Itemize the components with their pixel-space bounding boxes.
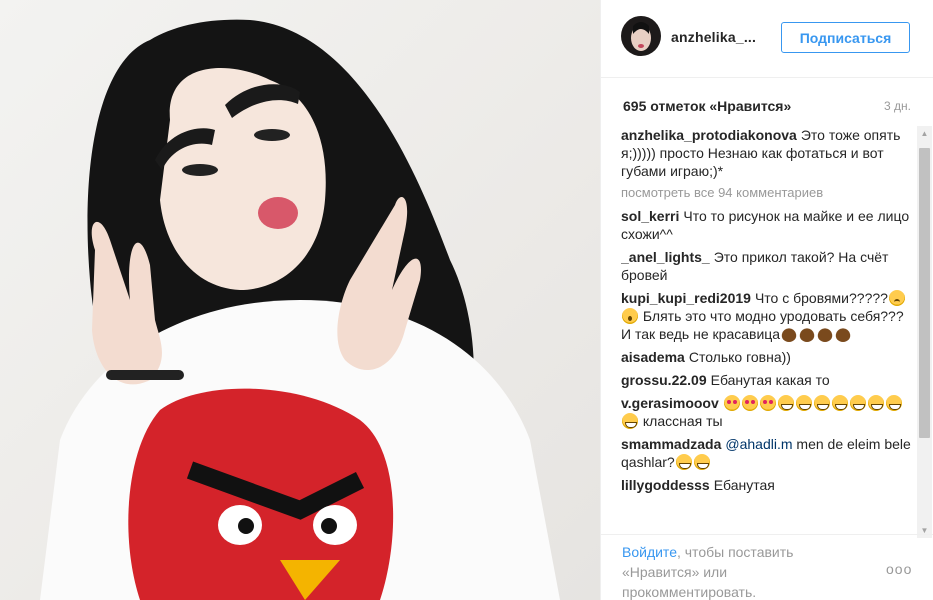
post-sidebar: anzhelika_... Подписаться 695 отметок «Н… bbox=[600, 0, 933, 600]
post-time[interactable]: 3 дн. bbox=[884, 99, 911, 113]
login-prompt: Войдите, чтобы поставить «Нравится» или … bbox=[622, 542, 862, 600]
grinning-face-icon bbox=[622, 413, 638, 429]
poo-icon bbox=[781, 326, 798, 342]
username[interactable]: anzhelika_... bbox=[671, 29, 756, 45]
sad-face-icon bbox=[888, 290, 905, 306]
scroll-thumb[interactable] bbox=[919, 148, 930, 438]
login-link[interactable]: Войдите bbox=[622, 544, 677, 560]
comment-text: Ебанутая какая то bbox=[710, 372, 830, 388]
comment-text: Что с бровями????? bbox=[754, 290, 888, 306]
poo-icon bbox=[817, 326, 834, 342]
comment-text: Ебанутая bbox=[713, 477, 775, 493]
avatar-image bbox=[621, 16, 661, 56]
poo-icon bbox=[799, 326, 816, 342]
list-item: sol_kerri Что то рисунок на майке и ее ли… bbox=[621, 207, 911, 243]
likes-row: 695 отметок «Нравится» 3 дн. bbox=[621, 97, 911, 117]
likes-count[interactable]: 695 отметок «Нравится» bbox=[623, 98, 791, 114]
photo-illustration bbox=[40, 19, 560, 600]
poo-icon bbox=[835, 326, 852, 342]
grinning-face-icon bbox=[831, 395, 848, 411]
avatar[interactable] bbox=[621, 16, 661, 56]
follow-button[interactable]: Подписаться bbox=[781, 22, 910, 53]
comment-author[interactable]: grossu.22.09 bbox=[621, 372, 707, 388]
comment-author[interactable]: kupi_kupi_redi2019 bbox=[621, 290, 751, 306]
caption: anzhelika_protodiakonova Это тоже опять я… bbox=[621, 126, 911, 180]
post-header: anzhelika_... Подписаться bbox=[601, 0, 933, 78]
comment-text: Столько говна)) bbox=[688, 349, 791, 365]
grinning-face-icon bbox=[693, 454, 710, 470]
list-item: kupi_kupi_redi2019 Что с бровями????? Бля… bbox=[621, 289, 911, 343]
comment-author[interactable]: lillygoddesss bbox=[621, 477, 710, 493]
comment-author[interactable]: _anel_lights_ bbox=[621, 249, 710, 265]
list-item: grossu.22.09 Ебанутая какая то bbox=[621, 371, 911, 389]
comment-author[interactable]: v.gerasimooov bbox=[621, 395, 719, 411]
grinning-face-icon bbox=[867, 395, 884, 411]
grinning-face-icon bbox=[675, 454, 692, 470]
comment-author[interactable]: sol_kerri bbox=[621, 208, 679, 224]
view-all-comments-link[interactable]: посмотреть все 94 комментариев bbox=[621, 185, 911, 200]
grinning-face-icon bbox=[777, 395, 794, 411]
surprised-face-icon bbox=[622, 308, 638, 324]
list-item: _anel_lights_ Это прикол такой? На счёт б… bbox=[621, 248, 911, 284]
heart-eyes-icon bbox=[759, 395, 776, 411]
comment-author[interactable]: anzhelika_protodiakonova bbox=[621, 127, 797, 143]
comment-text: классная ты bbox=[642, 413, 723, 429]
scroll-up-arrow-icon[interactable]: ▲ bbox=[917, 126, 932, 141]
comments-list: anzhelika_protodiakonova Это тоже опять я… bbox=[621, 126, 911, 538]
comment-author[interactable]: aisadema bbox=[621, 349, 685, 365]
more-options-button[interactable]: ооо bbox=[886, 561, 912, 577]
comment-author[interactable]: smammadzada bbox=[621, 436, 721, 452]
comments-scrollbar[interactable]: ▲ ▼ bbox=[917, 126, 932, 538]
list-item: aisadema Столько говна)) bbox=[621, 348, 911, 366]
post-photo[interactable] bbox=[0, 0, 600, 600]
grinning-face-icon bbox=[885, 395, 902, 411]
list-item: smammadzada @ahadli.m men de eleim bele q… bbox=[621, 435, 911, 471]
list-item: v.gerasimooov классная ты bbox=[621, 394, 911, 430]
heart-eyes-icon bbox=[741, 395, 758, 411]
grinning-face-icon bbox=[813, 395, 830, 411]
grinning-face-icon bbox=[795, 395, 812, 411]
comment-text: Блять это что модно уродовать себя??? И … bbox=[621, 308, 904, 342]
grinning-face-icon bbox=[849, 395, 866, 411]
list-item: lillygoddesss Ебанутая bbox=[621, 476, 911, 494]
heart-eyes-icon bbox=[723, 395, 740, 411]
post-footer: Войдите, чтобы поставить «Нравится» или … bbox=[601, 534, 933, 600]
comment-mention[interactable]: @ahadli.m bbox=[725, 436, 792, 452]
